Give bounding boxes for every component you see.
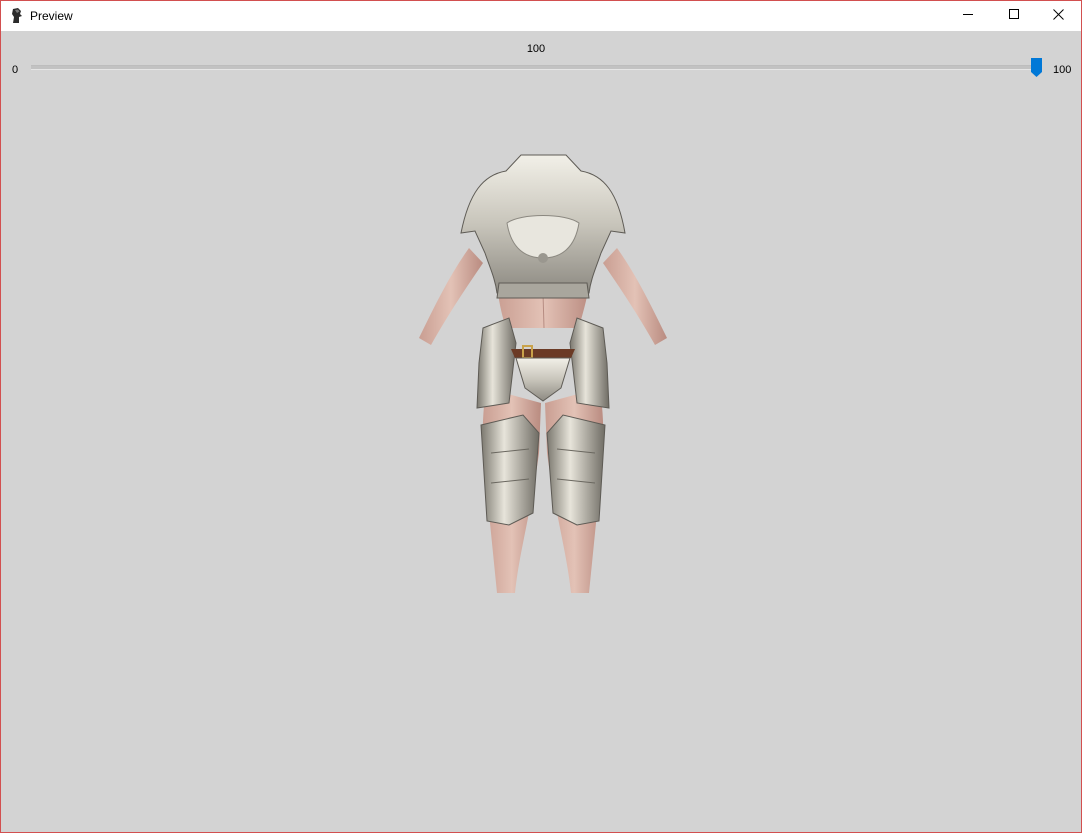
maximize-button[interactable] [991,1,1037,31]
slider-track[interactable] [31,65,1036,70]
slider-thumb[interactable] [1031,58,1042,77]
slider-fill [31,66,1036,69]
armor-model-preview [419,154,667,593]
title-bar[interactable]: Preview [1,1,1081,31]
minimize-icon [962,7,974,25]
close-button[interactable] [1035,1,1081,31]
weight-slider-panel: 100 0 100 [1,31,1081,91]
window-title: Preview [30,9,73,23]
slider-value-label: 100 [526,43,546,55]
preview-viewport[interactable] [1,91,1081,832]
slider-max-label: 100 [1053,64,1072,76]
close-icon [1052,7,1064,25]
slider-min-label: 0 [12,64,19,76]
preview-window: Preview 100 0 100 [0,0,1082,833]
minimize-button[interactable] [945,1,991,31]
app-icon [10,8,24,24]
maximize-icon [1008,7,1020,25]
